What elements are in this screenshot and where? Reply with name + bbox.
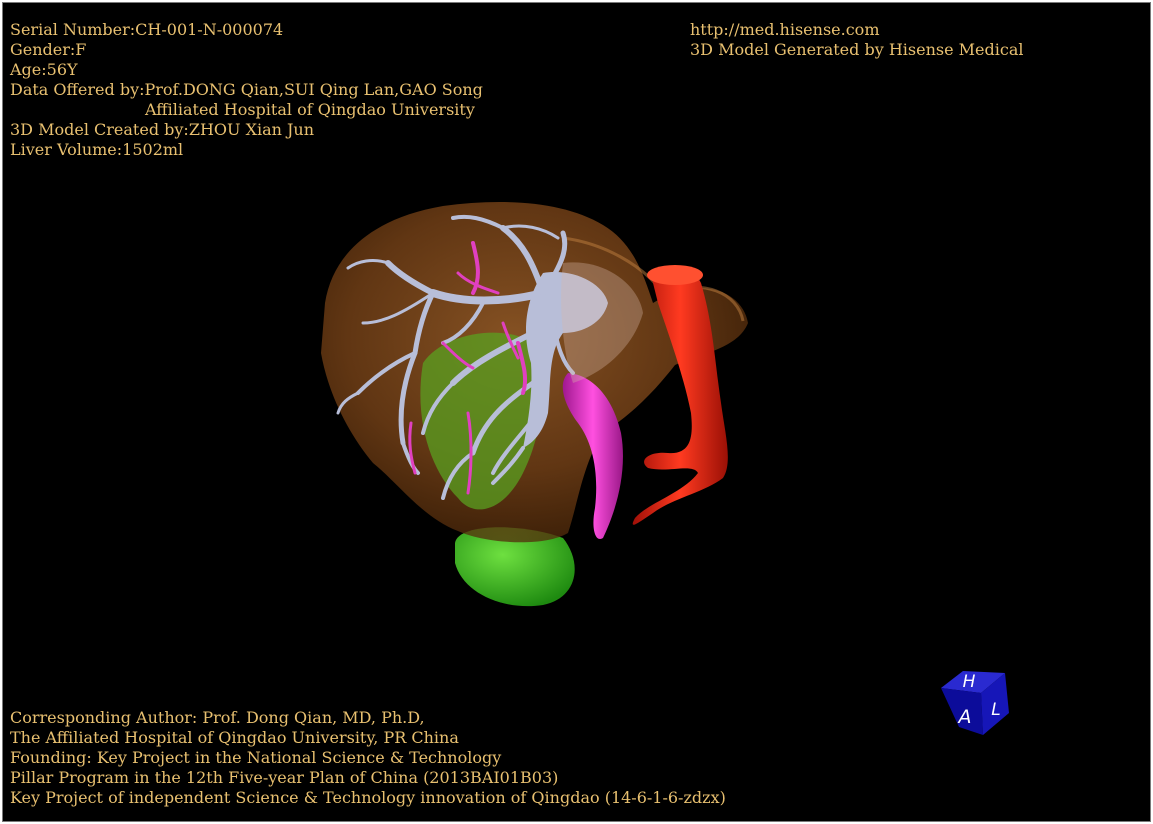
data-offered-by-label: Data Offered by:Prof.DONG Qian,SUI Qing … [10, 80, 483, 99]
serial-number-label: Serial Number:CH-001-N-000074 [10, 20, 284, 39]
corresponding-author: Corresponding Author: Prof. Dong Qian, M… [10, 708, 425, 727]
website-url: http://med.hisense.com [690, 20, 880, 39]
cube-top-label: H [963, 672, 976, 692]
hospital-label: Affiliated Hospital of Qingdao Universit… [145, 100, 475, 119]
liver-volume-label: Liver Volume:1502ml [10, 140, 184, 159]
funding-line-3: Key Project of independent Science & Tec… [10, 788, 726, 807]
model-creator-label: 3D Model Created by:ZHOU Xian Jun [10, 120, 315, 139]
funding-line-2: Pillar Program in the 12th Five-year Pla… [10, 768, 559, 787]
cube-front-label: A [957, 706, 972, 728]
funding-line-1: Founding: Key Project in the National Sc… [10, 748, 502, 767]
gender-label: Gender:F [10, 40, 87, 59]
orientation-cube[interactable]: H A L [933, 663, 1013, 743]
generator-label: 3D Model Generated by Hisense Medical [690, 40, 1024, 59]
viewer-canvas[interactable]: Serial Number:CH-001-N-000074 Gender:F A… [2, 2, 1151, 822]
cube-side-label: L [991, 700, 1000, 720]
age-label: Age:56Y [10, 60, 78, 79]
affiliation: The Affiliated Hospital of Qingdao Unive… [10, 728, 459, 747]
